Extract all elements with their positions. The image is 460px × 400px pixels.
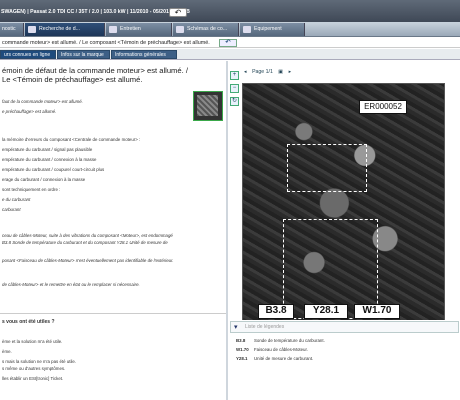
article-heading: émoin de défaut de la commande moteur> e… [2, 66, 188, 84]
vehicle-info: SWAGEN) | Passat 2.0 TDI CC / 35T / 2.0 … [1, 9, 190, 15]
legend-code: B3.8 [236, 338, 246, 343]
back-arrow-icon: ↶ [225, 39, 231, 46]
sub-tabs: urs connues en ligne Infos sur la marque… [0, 49, 460, 60]
image-viewer: + − ↻ ◂ Page 1/1 ▣ ▸ ER000052 B3.8 Y28.1… [228, 61, 460, 400]
tab-equipement[interactable]: Equipement [240, 23, 305, 36]
engine-image[interactable]: ER000052 [242, 83, 445, 321]
search-icon [28, 26, 36, 33]
tab-recherche-defaut[interactable]: Recherche de d... [25, 23, 105, 36]
feedback-option[interactable]: ème et la solution m'a été utile. [2, 339, 62, 344]
tab-schemas[interactable]: Schémas de co... [173, 23, 239, 36]
feedback-question: s vous ont été utiles ? [2, 319, 55, 325]
highlight-region [287, 144, 367, 192]
callout-label: B3.8 [258, 304, 294, 319]
wrench-icon [109, 26, 117, 33]
back-button[interactable]: ↶ [169, 8, 187, 17]
equipment-icon [243, 26, 251, 33]
subtab-infos-generales[interactable]: Informations générales [111, 50, 177, 59]
image-icon[interactable]: ▣ [278, 69, 283, 75]
zoom-in-icon[interactable]: + [230, 71, 239, 80]
article-line: empérature du carburant / signal pas pla… [2, 147, 93, 152]
title-bar: SWAGEN) | Passat 2.0 TDI CC / 35T / 2.0 … [0, 0, 460, 22]
legend-row: B3.8 Sonde de température du carburant. [236, 338, 325, 343]
legend-row: Y28.1 Unité de mesure de carburant. [236, 356, 313, 361]
tab-label: Recherche de d... [39, 26, 80, 32]
feedback-option[interactable]: s mais la solution ne m'a pas été utile. [2, 359, 76, 364]
article-line: empérature du carburant / connexion à la… [2, 157, 97, 162]
article-panel: émoin de défaut de la commande moteur> e… [0, 61, 226, 400]
legend-text: Sonde de température du carburant. [254, 338, 325, 343]
breadcrumb-back-button[interactable]: ↶ [219, 39, 237, 47]
article-line: de câbles-Moteur> et le remettre en état… [2, 282, 140, 287]
subtab-infos-marque[interactable]: Infos sur la marque [57, 50, 110, 59]
chevron-down-icon[interactable]: ▾ [234, 323, 238, 331]
article-line: carburant [2, 207, 21, 212]
schematic-icon [176, 26, 184, 33]
tab-diagnostic[interactable]: nostic [0, 23, 24, 36]
tab-label: Schémas de co... [187, 26, 228, 32]
article-line: ceau de câbles-Moteur, suite à des vibra… [2, 233, 173, 238]
page-navigation: ◂ Page 1/1 ▣ ▸ [244, 69, 334, 79]
tab-label: nostic [2, 26, 16, 32]
tab-entretien[interactable]: Entretien [106, 23, 172, 36]
legend-code: Y28.1 [236, 356, 248, 361]
article-line: e du carburant [2, 197, 31, 202]
article-line: e préchauffage> est allumé. [2, 109, 57, 114]
subtab-erreurs-connues[interactable]: urs connues en ligne [0, 50, 56, 59]
article-line: B3.8 Sonde de température du carburant e… [2, 240, 168, 245]
image-thumbnail[interactable] [193, 91, 223, 121]
callout-label: Y28.1 [304, 304, 348, 319]
callout-label: W1.70 [354, 304, 400, 319]
legend-row: W1.70 Faisceau de câbles-Moteur. [236, 347, 308, 352]
feedback-option[interactable]: lles établir un ESI[tronic] Ticket. [2, 376, 63, 381]
rotate-icon[interactable]: ↻ [230, 97, 239, 106]
article-line: la mémoire d'erreurs du composant <Centr… [2, 137, 141, 142]
legend-code: W1.70 [236, 347, 249, 352]
page-indicator: Page 1/1 [252, 69, 273, 75]
article-line: posant <Faisceau de câbles-Moteur> n'est… [2, 258, 174, 263]
article-line: empérature du carburant / coupure/ court… [2, 167, 105, 172]
legend-panel: ▾ Liste de légendes B3.8 Sonde de tempéra… [228, 320, 460, 400]
feedback-option[interactable]: ème. [2, 349, 12, 354]
back-arrow-icon: ↶ [174, 8, 182, 17]
tab-label: Entretien [120, 26, 141, 32]
feedback-option[interactable]: s même ou d'autres symptômes. [2, 366, 65, 371]
prev-page-icon[interactable]: ◂ [244, 69, 247, 75]
next-page-icon[interactable]: ▸ [289, 69, 292, 75]
article-line: faut de la commande moteur> est allumé. [2, 99, 83, 104]
legend-header[interactable]: ▾ Liste de légendes [230, 321, 459, 333]
legend-text: Unité de mesure de carburant. [254, 356, 314, 361]
main-tabs: nostic Recherche de d... Entretien Schém… [0, 22, 460, 37]
tab-label: Equipement [254, 26, 282, 32]
section-divider [0, 313, 226, 314]
thumbnail-image [197, 95, 218, 116]
article-line: sont techniquement en ordre : [2, 187, 61, 192]
image-code: ER000052 [359, 100, 407, 114]
article-line: erage du carburant / connexion à la mass… [2, 177, 86, 182]
zoom-out-icon[interactable]: − [230, 84, 239, 93]
legend-placeholder: Liste de légendes [245, 324, 285, 330]
legend-text: Faisceau de câbles-Moteur. [254, 347, 308, 352]
